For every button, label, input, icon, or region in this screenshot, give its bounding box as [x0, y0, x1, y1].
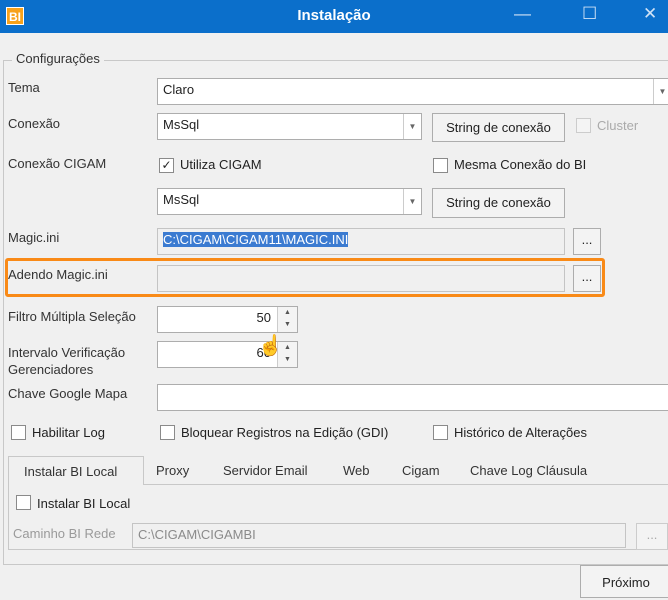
highlight-box — [5, 258, 605, 297]
mesma-conexao-label: Mesma Conexão do BI — [454, 157, 587, 172]
tab-instalar-bi-local[interactable]: Instalar BI Local — [8, 456, 144, 485]
magic-label: Magic.ini — [8, 230, 60, 245]
conexao-label: Conexão — [8, 116, 61, 131]
close-icon[interactable]: ✕ — [643, 4, 657, 24]
habilitar-log-label: Habilitar Log — [32, 425, 105, 440]
historico-label: Histórico de Alterações — [454, 425, 587, 440]
conexao-select[interactable]: MsSql ▼ — [157, 113, 422, 140]
group-label: Configurações — [12, 51, 104, 66]
intervalo-label-line2: Gerenciadores — [8, 362, 94, 377]
magic-value: C:\CIGAM\CIGAM11\MAGIC.INI — [163, 232, 349, 247]
magic-input[interactable]: C:\CIGAM\CIGAM11\MAGIC.INI — [157, 228, 565, 255]
filtro-value: 50 — [256, 310, 271, 325]
magic-browse-button[interactable]: ... — [573, 228, 601, 255]
string-conexao-button[interactable]: String de conexão — [432, 113, 565, 142]
bloquear-registros-label: Bloquear Registros na Edição (GDI) — [181, 425, 389, 440]
historico-checkbox[interactable] — [433, 425, 448, 440]
tema-value: Claro — [163, 82, 195, 97]
conexao-cigam-select[interactable]: MsSql ▼ — [157, 188, 422, 215]
google-label: Chave Google Mapa — [8, 386, 128, 401]
next-button[interactable]: Próximo — [580, 565, 668, 598]
filtro-spinner[interactable]: 50 ▲ ▼ — [157, 306, 298, 333]
tema-label: Tema — [8, 80, 40, 95]
caminho-input[interactable]: C:\CIGAM\CIGAMBI — [132, 523, 626, 548]
filtro-label: Filtro Múltipla Seleção — [8, 309, 136, 324]
bloquear-registros-checkbox[interactable] — [160, 425, 175, 440]
google-input[interactable] — [157, 384, 668, 411]
string-conexao-cigam-button[interactable]: String de conexão — [432, 188, 565, 218]
spinner-arrows-icon[interactable]: ▲ ▼ — [277, 307, 297, 332]
habilitar-log-checkbox[interactable] — [11, 425, 26, 440]
chevron-down-icon[interactable]: ▼ — [653, 79, 668, 104]
utiliza-cigam-checkbox[interactable]: ✓ — [159, 158, 174, 173]
tab-web[interactable]: Web — [333, 456, 380, 485]
instalar-bi-local-label: Instalar BI Local — [37, 496, 131, 511]
minimize-icon[interactable]: — — [514, 4, 531, 24]
tab-proxy[interactable]: Proxy — [146, 456, 199, 485]
caminho-browse-button[interactable]: ... — [636, 523, 668, 550]
tab-chave-log-clausula[interactable]: Chave Log Cláusula — [460, 456, 597, 485]
mesma-conexao-checkbox[interactable] — [433, 158, 448, 173]
utiliza-cigam-label: Utiliza CIGAM — [180, 157, 262, 172]
tab-servidor-email[interactable]: Servidor Email — [213, 456, 318, 485]
window-title: Instalação — [297, 7, 371, 24]
caminho-label: Caminho BI Rede — [13, 526, 116, 541]
tab-cigam[interactable]: Cigam — [392, 456, 450, 485]
cluster-checkbox[interactable] — [576, 118, 591, 133]
instalar-bi-local-checkbox[interactable] — [16, 495, 31, 510]
tema-select[interactable]: Claro ▼ — [157, 78, 668, 105]
conexao-value: MsSql — [163, 117, 200, 132]
intervalo-label: Intervalo Verificação Gerenciadores — [8, 344, 125, 378]
title-bar: BI Instalação — ☐ ✕ — [0, 0, 668, 33]
maximize-icon[interactable]: ☐ — [582, 4, 597, 24]
intervalo-label-line1: Intervalo Verificação — [8, 345, 126, 360]
mouse-cursor-icon: ☝ — [258, 335, 283, 357]
chevron-down-icon[interactable]: ▼ — [403, 189, 421, 214]
chevron-down-icon[interactable]: ▼ — [403, 114, 421, 139]
cluster-label: Cluster — [597, 118, 639, 133]
conexao-cigam-label: Conexão CIGAM — [8, 156, 107, 171]
conexao-cigam-value: MsSql — [163, 192, 200, 207]
